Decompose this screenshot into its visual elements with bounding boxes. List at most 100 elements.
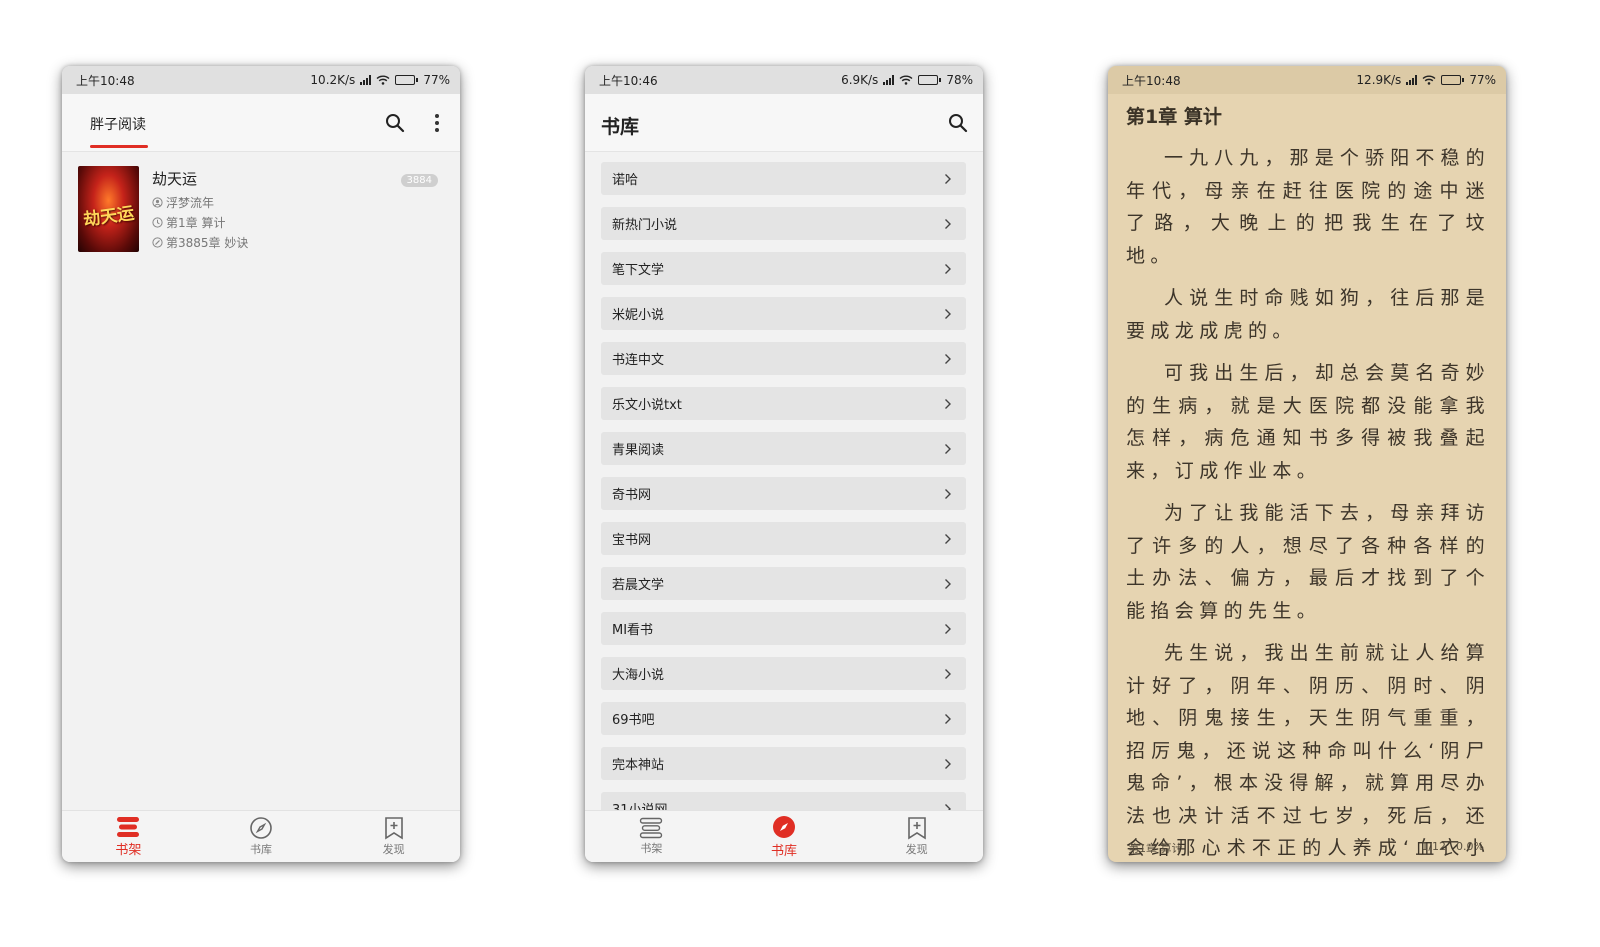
phone-library-screen: 上午10:46 6.9K/s 78% 书库 诺哈新热门小说笔下文学米妮小说书连中… — [585, 66, 983, 862]
search-button[interactable] — [383, 111, 407, 135]
source-name: 乐文小说txt — [612, 398, 682, 413]
signal-icon — [883, 75, 895, 85]
nav-discover[interactable]: 发现 — [850, 811, 983, 862]
source-name: MI看书 — [612, 623, 654, 638]
more-vertical-icon — [435, 114, 439, 132]
more-button[interactable] — [425, 111, 449, 135]
nav-bookshelf[interactable]: 书架 — [62, 811, 195, 862]
status-time: 上午10:48 — [1122, 73, 1181, 88]
nav-label: 发现 — [905, 843, 928, 856]
book-last-read: 第1章 算计 — [166, 216, 226, 230]
chevron-right-icon — [945, 623, 951, 634]
book-title: 劫天运 — [152, 170, 198, 188]
source-name: 宝书网 — [612, 533, 652, 548]
source-name: 若晨文学 — [612, 578, 665, 593]
source-name: 31小说网 — [612, 799, 668, 810]
wifi-icon — [899, 75, 913, 85]
network-speed: 10.2K/s — [310, 73, 356, 87]
source-list-item[interactable]: 大海小说 — [601, 657, 966, 690]
source-name: 书连中文 — [612, 353, 665, 368]
search-icon — [949, 114, 968, 133]
source-list-item[interactable]: MI看书 — [601, 612, 966, 645]
unread-count-badge: 3884 — [400, 174, 438, 187]
compass-icon — [773, 815, 795, 838]
reader-content[interactable]: 一九八九，那是个骄阳不稳的年代，母亲在赶往医院的途中迷了路，大晚上的把我生在了坟… — [1126, 142, 1490, 862]
status-time: 上午10:48 — [76, 73, 135, 88]
tab-bookshelf[interactable]: 胖子阅读 — [90, 114, 146, 134]
source-list-item[interactable]: 若晨文学 — [601, 567, 966, 600]
book-latest-row: 第3885章 妙诀 — [152, 234, 248, 251]
status-bar: 上午10:48 12.9K/s 77% — [1108, 66, 1506, 94]
reader-paragraph: 一九八九，那是个骄阳不稳的年代，母亲在赶往医院的途中迷了路，大晚上的把我生在了坟… — [1126, 147, 1490, 267]
book-author-row: 浮梦流年 — [152, 194, 214, 211]
source-list-item[interactable]: 奇书网 — [601, 477, 966, 510]
nav-label: 书库 — [250, 843, 272, 856]
reader-paragraph: 可我出生后，却总会莫名奇妙的生病，就是大医院都没能拿我怎样，病危通知书多得被我叠… — [1126, 362, 1490, 482]
chevron-right-icon — [945, 218, 951, 229]
nav-discover[interactable]: 发现 — [327, 811, 460, 862]
network-speed: 12.9K/s — [1356, 73, 1402, 87]
latest-chapter-icon — [152, 237, 163, 248]
nav-label: 书架 — [115, 842, 142, 858]
phone-reader-screen: 上午10:48 12.9K/s 77% 第1章 算计 一九八九，那是个骄阳不稳的… — [1108, 66, 1506, 862]
signal-icon — [1406, 75, 1418, 85]
source-list-item[interactable]: 书连中文 — [601, 342, 966, 375]
chevron-right-icon — [945, 488, 951, 499]
battery-percent: 77% — [423, 73, 450, 87]
reader-paragraph: 为了让我能活下去，母亲拜访了许多的人，想尽了各种各样的土办法、偏方，最后才找到了… — [1126, 502, 1490, 622]
search-button[interactable] — [946, 111, 970, 135]
source-name: 奇书网 — [612, 488, 652, 503]
clock-icon — [152, 217, 163, 228]
source-list-item[interactable]: 乐文小说txt — [601, 387, 966, 420]
wifi-icon — [1422, 75, 1436, 85]
compass-icon — [250, 817, 272, 839]
source-list-item[interactable]: 青果阅读 — [601, 432, 966, 465]
chevron-right-icon — [945, 263, 951, 274]
page-title: 书库 — [601, 116, 640, 138]
battery-icon — [918, 75, 942, 85]
chevron-right-icon — [945, 713, 951, 724]
nav-bookshelf[interactable]: 书架 — [585, 811, 718, 862]
source-list-item[interactable]: 米妮小说 — [601, 297, 966, 330]
chevron-right-icon — [945, 758, 951, 769]
source-list: 诺哈新热门小说笔下文学米妮小说书连中文乐文小说txt 青果阅读奇书网宝书网若晨文学… — [601, 162, 966, 810]
battery-percent: 78% — [946, 73, 973, 87]
battery-icon — [395, 75, 419, 85]
source-list-item[interactable]: 69书吧 — [601, 702, 966, 735]
chevron-right-icon — [945, 308, 951, 319]
battery-percent: 77% — [1469, 73, 1496, 87]
chapter-title: 第1章 算计 — [1126, 106, 1222, 128]
reader-paragraph: 先生说，我出生前就让人给算计好了，阴年、阴历、阴时、阴地、阴鬼接生，天生阴气重重… — [1126, 642, 1490, 859]
network-speed: 6.9K/s — [841, 73, 879, 87]
source-list-item[interactable]: 笔下文学 — [601, 252, 966, 285]
nav-library[interactable]: 书库 — [195, 811, 328, 862]
source-list-item[interactable]: 新热门小说 — [601, 207, 966, 240]
nav-library[interactable]: 书库 — [718, 811, 851, 862]
status-bar: 上午10:46 6.9K/s 78% — [585, 66, 983, 94]
wifi-icon — [376, 75, 390, 85]
read-progress: 0.0% — [1456, 840, 1484, 853]
source-list-item[interactable]: 31小说网 — [601, 792, 966, 810]
chevron-right-icon — [945, 398, 951, 409]
chevron-right-icon — [945, 353, 951, 364]
source-name: 完本神站 — [612, 758, 665, 773]
source-list-item[interactable]: 完本神站 — [601, 747, 966, 780]
search-icon — [386, 114, 405, 133]
battery-icon — [1441, 75, 1465, 85]
chevron-right-icon — [945, 443, 951, 454]
source-name: 69书吧 — [612, 713, 655, 728]
bottom-nav: 书架 书库 发现 — [585, 810, 983, 862]
page-indicator: 1/12 — [1421, 840, 1447, 853]
bookshelf-icon — [117, 816, 140, 837]
source-name: 青果阅读 — [612, 443, 665, 458]
bottom-nav: 书架 书库 发现 — [62, 810, 460, 862]
status-time: 上午10:46 — [599, 73, 658, 88]
bookmark-plus-icon — [907, 817, 926, 840]
source-list-item[interactable]: 诺哈 — [601, 162, 966, 195]
source-list-item[interactable]: 宝书网 — [601, 522, 966, 555]
source-name: 大海小说 — [612, 668, 665, 683]
book-item[interactable]: 劫天运 劫天运 浮梦流年 第1章 算计 第3885章 妙诀 3884 — [62, 152, 460, 252]
nav-label: 书架 — [640, 842, 663, 855]
source-name: 米妮小说 — [612, 308, 665, 323]
footer-chapter: 第1章 算计 — [1128, 842, 1183, 855]
